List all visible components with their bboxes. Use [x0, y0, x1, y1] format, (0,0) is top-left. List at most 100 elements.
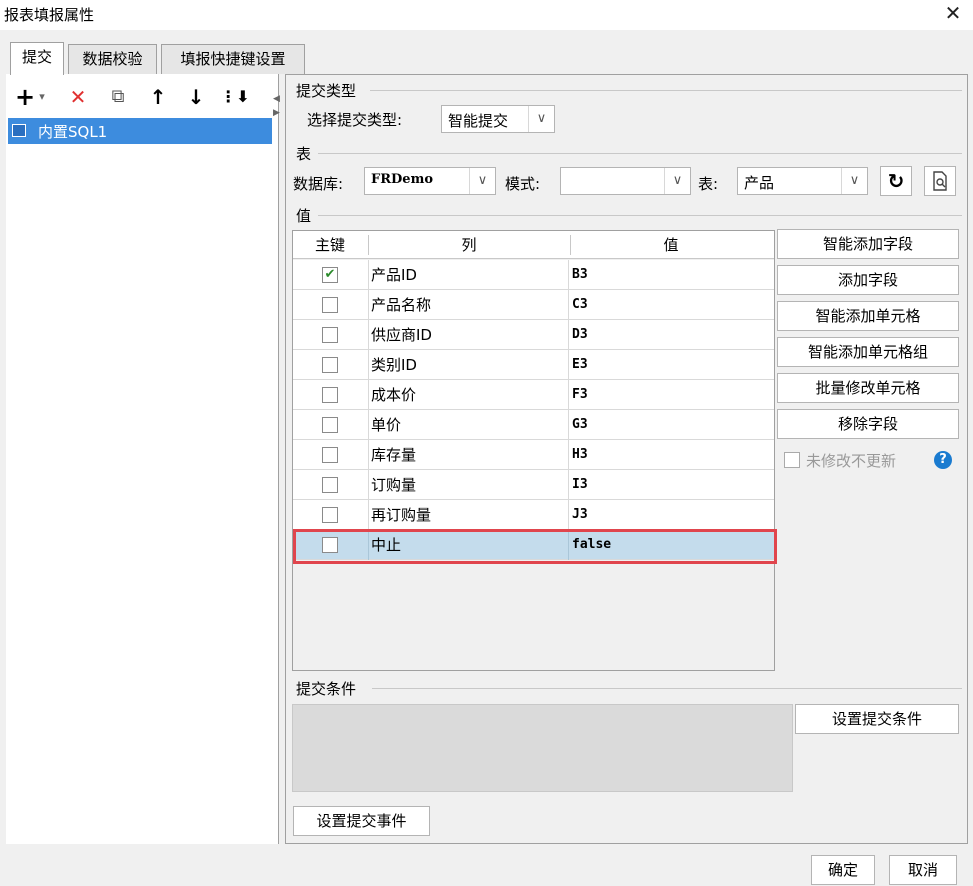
no-update-checkbox[interactable]: [784, 452, 800, 468]
move-bottom-icon[interactable]: ⋮⬇: [220, 84, 250, 110]
table-row[interactable]: 订购量 I3: [293, 470, 774, 500]
primary-key-checkbox[interactable]: [322, 417, 338, 433]
ok-button[interactable]: 确定: [811, 855, 875, 885]
section-submit-type: 提交类型: [296, 82, 357, 100]
section-table: 表: [296, 145, 312, 163]
primary-key-checkbox[interactable]: [322, 357, 338, 373]
table-label: 表:: [698, 175, 719, 193]
sql-icon: [12, 124, 26, 137]
table-header: 主键 列 值: [293, 231, 774, 259]
move-up-icon[interactable]: ↑: [146, 84, 170, 110]
cell-value[interactable]: C3: [572, 290, 588, 320]
move-down-icon[interactable]: ↓: [184, 84, 208, 110]
chevron-down-icon: ∨: [664, 168, 690, 194]
column-name: 单价: [368, 410, 569, 440]
primary-key-checkbox[interactable]: [322, 327, 338, 343]
table-row[interactable]: ✔ 产品ID B3: [293, 260, 774, 290]
column-name: 供应商ID: [368, 320, 569, 350]
highlight-annotation: [293, 529, 777, 564]
submit-type-label: 选择提交类型:: [307, 111, 403, 129]
cell-value[interactable]: J3: [572, 500, 588, 530]
cell-value[interactable]: I3: [572, 470, 588, 500]
cancel-button[interactable]: 取消: [889, 855, 957, 885]
preview-table-button[interactable]: [924, 166, 956, 196]
column-name: 订购量: [368, 470, 569, 500]
column-name: 产品ID: [368, 260, 569, 290]
column-name: 库存量: [368, 440, 569, 470]
table-row[interactable]: 类别ID E3: [293, 350, 774, 380]
primary-key-checkbox[interactable]: [322, 477, 338, 493]
table-row[interactable]: 产品名称 C3: [293, 290, 774, 320]
header-column[interactable]: 列: [369, 231, 569, 259]
database-select[interactable]: FRDemo ∨: [364, 167, 496, 195]
table-row[interactable]: 再订购量 J3: [293, 500, 774, 530]
smart-add-cell-group-button[interactable]: 智能添加单元格组: [777, 337, 959, 367]
primary-key-checkbox[interactable]: ✔: [322, 267, 338, 283]
header-value[interactable]: 值: [571, 231, 771, 259]
divider: [372, 688, 962, 689]
delete-icon[interactable]: ✕: [66, 84, 90, 110]
table-select[interactable]: 产品 ∨: [737, 167, 868, 195]
table-row[interactable]: 供应商ID D3: [293, 320, 774, 350]
cell-value[interactable]: H3: [572, 440, 588, 470]
list-item-label: 内置SQL1: [38, 123, 108, 141]
header-key[interactable]: 主键: [293, 231, 367, 259]
primary-key-checkbox[interactable]: [322, 387, 338, 403]
close-icon[interactable]: ✕: [942, 2, 964, 24]
chevron-down-icon: ∨: [841, 168, 867, 194]
column-name: 再订购量: [368, 500, 569, 530]
help-icon[interactable]: ?: [934, 451, 952, 469]
no-update-label: 未修改不更新: [806, 452, 897, 470]
window-title: 报表填报属性: [4, 6, 95, 24]
remove-field-button[interactable]: 移除字段: [777, 409, 959, 439]
copy-icon[interactable]: ⧉: [106, 84, 130, 110]
add-dropdown-icon[interactable]: ▾: [36, 84, 48, 110]
section-submit-condition: 提交条件: [296, 680, 357, 698]
table-row[interactable]: 成本价 F3: [293, 380, 774, 410]
submit-type-select[interactable]: 智能提交 ∨: [441, 105, 555, 133]
preview-icon: [933, 171, 947, 191]
tab-shortcut-settings[interactable]: 填报快捷键设置: [161, 44, 305, 74]
set-submit-condition-button[interactable]: 设置提交条件: [795, 704, 959, 734]
database-value: FRDemo: [371, 172, 434, 187]
chevron-down-icon: ∨: [469, 168, 495, 194]
cell-value[interactable]: B3: [572, 260, 588, 290]
refresh-button[interactable]: ↻: [880, 166, 912, 196]
panel-splitter[interactable]: ◀ ▶: [273, 74, 286, 844]
smart-add-field-button[interactable]: 智能添加字段: [777, 229, 959, 259]
set-submit-event-button[interactable]: 设置提交事件: [293, 806, 430, 836]
column-name: 产品名称: [368, 290, 569, 320]
divider: [318, 215, 962, 216]
table-row[interactable]: 库存量 H3: [293, 440, 774, 470]
tab-data-validation[interactable]: 数据校验: [68, 44, 157, 74]
divider: [318, 153, 962, 154]
submit-list-panel: [6, 74, 279, 844]
submit-condition-area[interactable]: [292, 704, 793, 792]
refresh-icon: ↻: [887, 169, 905, 193]
add-icon[interactable]: +: [14, 84, 36, 110]
mode-select[interactable]: ∨: [560, 167, 691, 195]
section-values: 值: [296, 207, 312, 225]
cell-value[interactable]: D3: [572, 320, 588, 350]
chevron-down-icon: ∨: [528, 106, 554, 132]
divider: [370, 90, 962, 91]
cell-value[interactable]: F3: [572, 380, 588, 410]
cell-value[interactable]: G3: [572, 410, 588, 440]
add-field-button[interactable]: 添加字段: [777, 265, 959, 295]
primary-key-checkbox[interactable]: [322, 447, 338, 463]
primary-key-checkbox[interactable]: [322, 507, 338, 523]
mode-label: 模式:: [505, 175, 541, 193]
database-label: 数据库:: [293, 175, 344, 193]
list-item-builtin-sql[interactable]: 内置SQL1: [8, 118, 272, 144]
submit-type-value: 智能提交: [448, 112, 509, 130]
table-value: 产品: [744, 174, 775, 192]
table-row[interactable]: 单价 G3: [293, 410, 774, 440]
column-name: 类别ID: [368, 350, 569, 380]
field-table: 主键 列 值 ✔ 产品ID B3 产品名称 C3 供应商ID D3 类别ID E…: [292, 230, 775, 671]
title-bar: [0, 0, 973, 30]
tab-submit[interactable]: 提交: [10, 42, 64, 75]
batch-modify-cell-button[interactable]: 批量修改单元格: [777, 373, 959, 403]
primary-key-checkbox[interactable]: [322, 297, 338, 313]
smart-add-cell-button[interactable]: 智能添加单元格: [777, 301, 959, 331]
cell-value[interactable]: E3: [572, 350, 588, 380]
